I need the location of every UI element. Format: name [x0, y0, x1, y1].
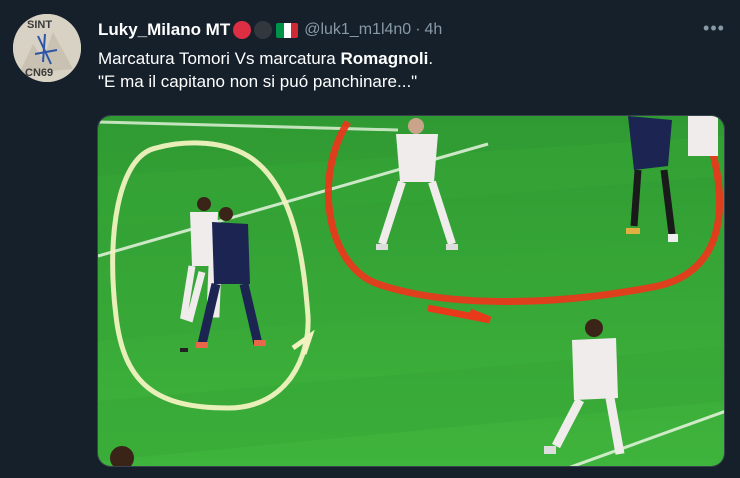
italy-flag-icon — [276, 22, 299, 38]
tweet-media-image[interactable] — [97, 115, 725, 467]
more-options-icon[interactable]: ••• — [702, 18, 726, 38]
tweet-header: Luky_Milano MT @luk1_m1l4n0 · 4h — [98, 18, 442, 42]
football-pitch-photo — [98, 116, 724, 466]
tweet-text: Marcatura Tomori Vs marcatura Romagnoli.… — [98, 47, 433, 93]
avatar[interactable]: SINT CN69 — [13, 14, 81, 82]
separator-dot: · — [415, 21, 421, 38]
tweet[interactable]: SINT CN69 Luky_Milano MT @luk1_m1l4n0 · … — [0, 0, 740, 478]
tweet-text-line-1: Marcatura Tomori Vs marcatura Romagnoli. — [98, 47, 433, 70]
tweet-text-bold: Romagnoli — [340, 49, 429, 68]
display-name[interactable]: Luky_Milano MT — [98, 20, 230, 40]
avatar-text-top: SINT — [27, 19, 52, 31]
tweet-text-suffix: . — [428, 49, 434, 68]
avatar-text-bottom: CN69 — [25, 67, 53, 79]
player-white-edge — [688, 116, 718, 156]
timestamp[interactable]: 4h — [425, 21, 443, 39]
user-handle[interactable]: @luk1_m1l4n0 — [304, 21, 411, 39]
tweet-text-prefix: Marcatura Tomori Vs marcatura — [98, 49, 341, 68]
black-circle-icon — [254, 21, 273, 39]
red-circle-icon — [233, 21, 252, 39]
tweet-text-line-2: "E ma il capitano non si puó panchinare.… — [98, 72, 418, 91]
